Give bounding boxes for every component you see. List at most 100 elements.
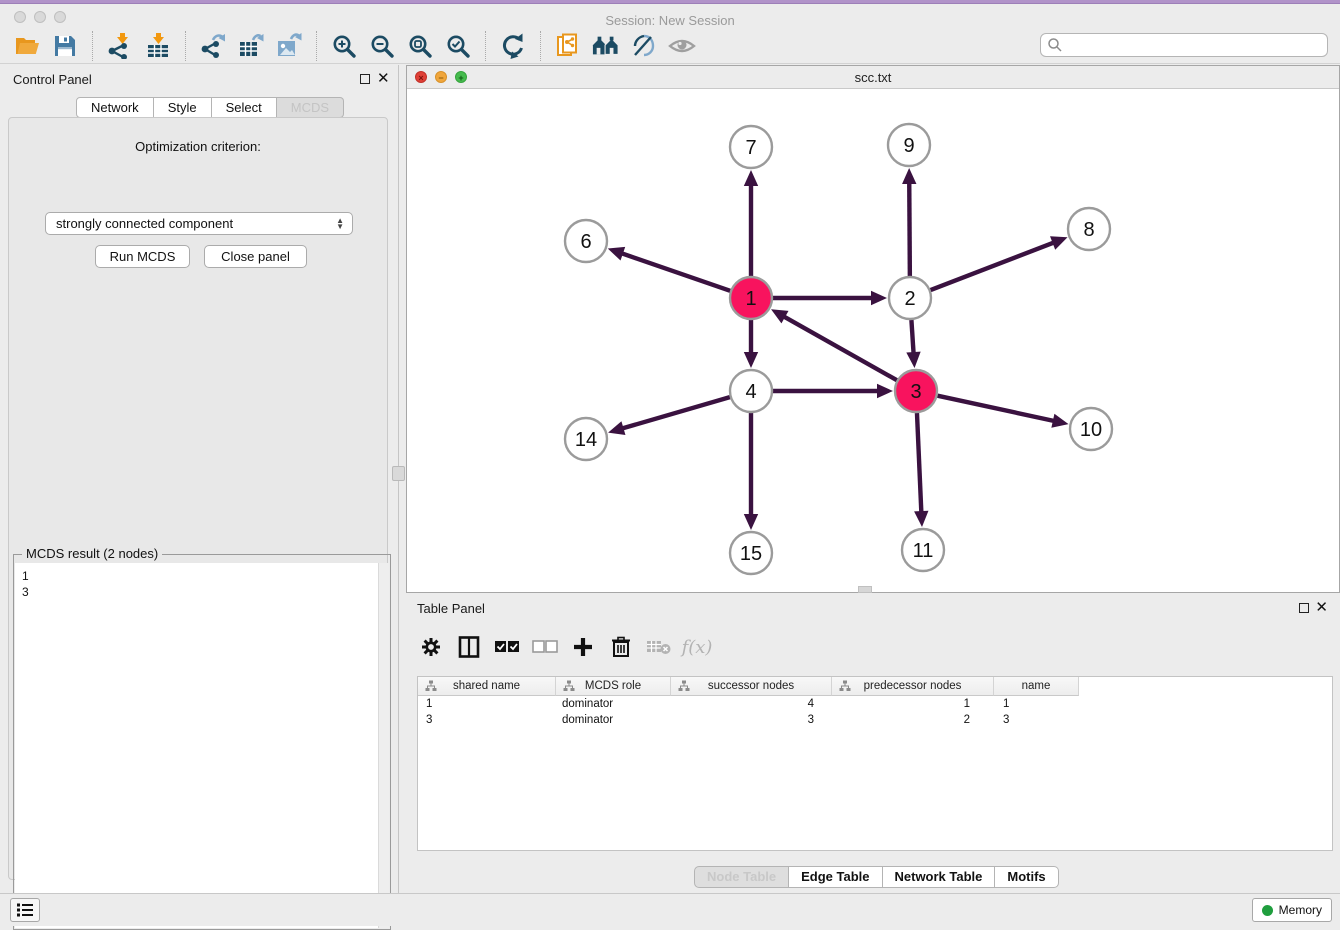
network-window-titlebar: × − + scc.txt	[407, 66, 1339, 89]
function-builder-icon: f(x)	[684, 634, 710, 660]
first-neighbors-icon[interactable]	[592, 32, 620, 60]
memory-button[interactable]: Memory	[1252, 898, 1332, 922]
table-tabs: Node Table Edge Table Network Table Moti…	[694, 866, 1059, 888]
table-cell[interactable]: 2	[832, 712, 994, 728]
apply-layout-icon[interactable]	[499, 32, 527, 60]
control-panel: Control Panel ✕ Network Style Select MCD…	[0, 65, 396, 893]
zoom-out-icon[interactable]	[368, 32, 396, 60]
toolbar-separator	[485, 31, 486, 61]
hide-graphics-icon[interactable]	[630, 32, 658, 60]
tab-motifs[interactable]: Motifs	[995, 866, 1058, 888]
graph-edge[interactable]	[621, 253, 730, 291]
export-network-icon[interactable]	[199, 32, 227, 60]
node-label: 9	[903, 135, 914, 157]
float-panel-icon[interactable]	[1299, 603, 1309, 613]
table-cell[interactable]: 3	[671, 712, 832, 728]
table-cell[interactable]: dominator	[556, 696, 671, 712]
float-panel-icon[interactable]	[360, 74, 370, 84]
delete-column-icon[interactable]	[608, 634, 634, 660]
graph-edge[interactable]	[783, 316, 897, 380]
new-network-from-selection-icon[interactable]	[554, 32, 582, 60]
search-box[interactable]	[1040, 33, 1328, 57]
table-cell[interactable]: 3	[994, 712, 1079, 728]
column-header-label: name	[1022, 680, 1051, 692]
graph-edge[interactable]	[937, 396, 1054, 421]
table-settings-icon[interactable]	[418, 634, 444, 660]
result-scrollbar[interactable]	[378, 563, 389, 928]
graph-edge[interactable]	[931, 242, 1055, 290]
network-canvas[interactable]: 7968124314101511	[407, 89, 1339, 592]
node-table: shared nameMCDS rolesuccessor nodes prede…	[417, 676, 1333, 851]
node-label: 11	[913, 540, 934, 562]
mcds-result-groupbox: MCDS result (2 nodes) 1 3	[13, 554, 391, 930]
splitter-handle[interactable]	[392, 466, 405, 481]
export-image-icon[interactable]	[275, 32, 303, 60]
column-header-shared-name[interactable]: shared name	[418, 677, 556, 696]
tab-style[interactable]: Style	[154, 97, 212, 118]
edge-arrowhead	[1050, 236, 1068, 249]
toolbar-separator	[316, 31, 317, 61]
table-cell[interactable]: 1	[994, 696, 1079, 712]
criterion-dropdown[interactable]: strongly connected component ▲▼	[45, 212, 353, 235]
edge-arrowhead	[608, 247, 625, 261]
column-view-icon[interactable]	[456, 634, 482, 660]
column-header-predecessor-nodes[interactable]: predecessor nodes	[832, 677, 994, 696]
status-bar: Memory	[0, 893, 1340, 926]
add-column-icon[interactable]	[570, 634, 596, 660]
export-table-icon[interactable]	[237, 32, 265, 60]
tab-select[interactable]: Select	[212, 97, 277, 118]
edge-arrowhead	[1051, 414, 1068, 428]
table-cell[interactable]: 1	[832, 696, 994, 712]
table-row[interactable]: 1dominator411	[418, 696, 1332, 712]
column-header-MCDS-role[interactable]: MCDS role	[556, 677, 671, 696]
table-cell[interactable]: 1	[418, 696, 556, 712]
zoom-in-icon[interactable]	[330, 32, 358, 60]
node-label: 14	[575, 429, 597, 451]
table-panel-header: Table Panel ✕	[406, 595, 1340, 623]
import-table-icon[interactable]	[144, 32, 172, 60]
mcds-result-legend: MCDS result (2 nodes)	[22, 546, 162, 561]
tab-node-table[interactable]: Node Table	[694, 866, 789, 888]
table-cell[interactable]: dominator	[556, 712, 671, 728]
table-cell[interactable]: 3	[418, 712, 556, 728]
import-network-icon[interactable]	[106, 32, 134, 60]
graph-edge[interactable]	[917, 413, 921, 513]
memory-status-icon	[1262, 905, 1273, 916]
control-panel-header: Control Panel ✕	[0, 65, 396, 93]
column-header-successor-nodes[interactable]: successor nodes	[671, 677, 832, 696]
tab-network-table[interactable]: Network Table	[883, 866, 996, 888]
edge-arrowhead	[744, 170, 758, 186]
column-header-name[interactable]: name	[994, 677, 1079, 696]
edge-arrowhead	[906, 352, 920, 368]
search-input[interactable]	[1063, 38, 1327, 52]
select-all-icon[interactable]	[494, 634, 520, 660]
tab-mcds[interactable]: MCDS	[277, 97, 344, 118]
network-view-title: scc.txt	[407, 70, 1339, 85]
control-panel-tabbar: Network Style Select MCDS	[76, 97, 344, 118]
table-toolbar: f(x)	[418, 628, 722, 666]
close-panel-icon[interactable]: ✕	[377, 70, 390, 88]
edge-arrowhead	[608, 421, 625, 435]
edge-arrowhead	[902, 168, 916, 184]
close-panel-button[interactable]: Close panel	[204, 245, 307, 268]
task-history-button[interactable]	[10, 898, 40, 922]
node-label: 8	[1083, 219, 1094, 241]
close-panel-icon[interactable]: ✕	[1315, 599, 1328, 617]
open-session-icon[interactable]	[13, 32, 41, 60]
graph-edge[interactable]	[909, 182, 910, 276]
graph-edge[interactable]	[622, 397, 730, 429]
tab-edge-table[interactable]: Edge Table	[789, 866, 882, 888]
graph-edge[interactable]	[911, 320, 913, 354]
save-session-icon[interactable]	[51, 32, 79, 60]
table-row[interactable]: 3dominator323	[418, 712, 1332, 728]
network-resize-handle[interactable]	[858, 586, 872, 593]
table-panel-title: Table Panel	[417, 601, 485, 616]
column-header-label: predecessor nodes	[864, 680, 962, 692]
run-mcds-button[interactable]: Run MCDS	[95, 245, 190, 268]
edge-arrowhead	[877, 384, 893, 398]
tab-network[interactable]: Network	[76, 97, 154, 118]
fit-content-icon[interactable]	[406, 32, 434, 60]
zoom-selected-icon[interactable]	[444, 32, 472, 60]
deselect-all-icon[interactable]	[532, 634, 558, 660]
table-cell[interactable]: 4	[671, 696, 832, 712]
